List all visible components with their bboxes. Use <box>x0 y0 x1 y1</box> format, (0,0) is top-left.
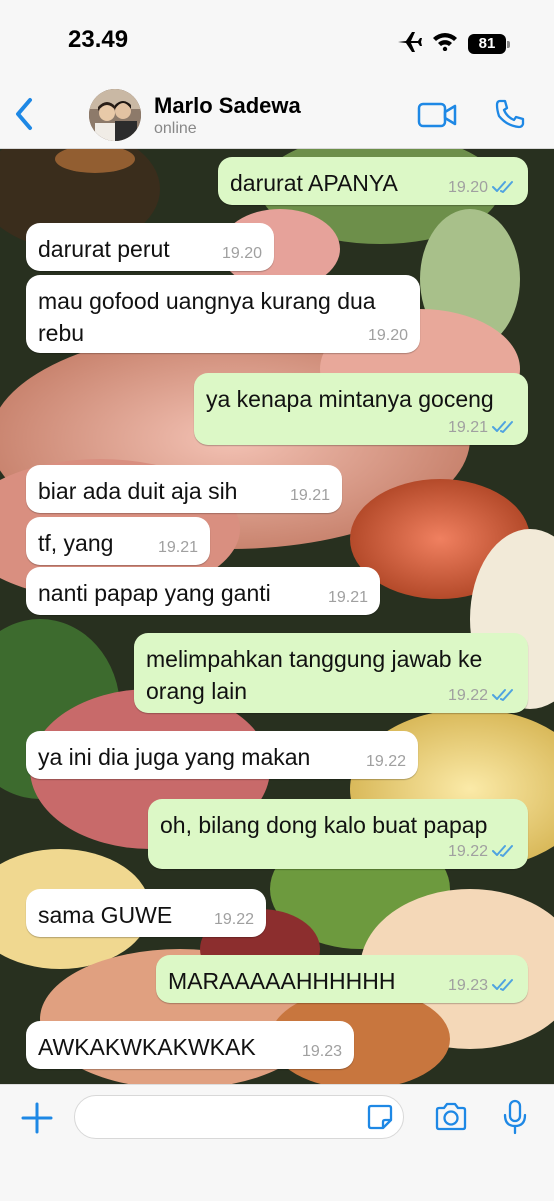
back-button[interactable] <box>10 94 40 134</box>
sticker-icon <box>367 1104 393 1130</box>
message-text: biar ada duit aja sih <box>38 478 238 504</box>
chat-area[interactable]: darurat APANYA 19.20 darurat perut 19.20 mau… <box>0 149 554 1084</box>
read-receipt-icon <box>492 181 513 193</box>
status-bar: 23.49 81 <box>0 0 554 80</box>
incoming-message[interactable]: ya ini dia juga yang makan 19.22 <box>26 731 418 779</box>
message-time: 19.20 <box>221 245 262 262</box>
microphone-icon <box>503 1099 527 1135</box>
message-time: 19.20 <box>447 179 488 196</box>
chat-header: Marlo Sadewa online <box>0 80 554 149</box>
message-time: 19.22 <box>213 911 254 928</box>
sticker-button[interactable] <box>366 1103 394 1131</box>
message-time: 19.21 <box>447 419 488 436</box>
read-receipt-icon <box>492 979 513 991</box>
message-input[interactable] <box>74 1095 404 1139</box>
message-text: mau gofood uangnya kurang dua rebu <box>38 288 376 346</box>
outgoing-message[interactable]: darurat APANYA 19.20 <box>218 157 528 205</box>
message-text: tf, yang <box>38 530 114 556</box>
message-text: oh, bilang dong kalo buat papap <box>160 812 488 838</box>
read-receipt-icon <box>492 689 513 701</box>
airplane-icon <box>396 30 422 57</box>
message-time: 19.21 <box>289 487 330 504</box>
message-time: 19.23 <box>447 977 488 994</box>
incoming-message[interactable]: sama GUWE 19.22 <box>26 889 266 937</box>
message-text: darurat APANYA <box>230 170 398 196</box>
input-bar <box>0 1084 554 1201</box>
incoming-message[interactable]: AWKAKWKAKWKAK 19.23 <box>26 1021 354 1069</box>
message-text: darurat perut <box>38 236 170 262</box>
read-receipt-icon <box>492 421 513 433</box>
wifi-icon <box>432 31 458 56</box>
outgoing-message[interactable]: oh, bilang dong kalo buat papap 19.22 <box>148 799 528 869</box>
read-receipt-icon <box>492 845 513 857</box>
camera-icon <box>435 1102 467 1131</box>
message-time: 19.22 <box>447 687 488 704</box>
outgoing-message[interactable]: ya kenapa mintanya goceng 19.21 <box>194 373 528 445</box>
message-text: MARAAAAAHHHHHH <box>168 968 396 994</box>
message-time: 19.21 <box>157 539 198 556</box>
contact-name[interactable]: Marlo Sadewa <box>154 93 301 119</box>
message-time: 19.21 <box>327 589 368 606</box>
avatar[interactable] <box>89 89 141 141</box>
incoming-message[interactable]: mau gofood uangnya kurang dua rebu 19.20 <box>26 275 420 353</box>
status-icons: 81 <box>396 30 510 57</box>
outgoing-message[interactable]: MARAAAAAHHHHHH 19.23 <box>156 955 528 1003</box>
camera-button[interactable] <box>434 1102 468 1132</box>
video-camera-icon <box>417 102 457 128</box>
message-text: nanti papap yang ganti <box>38 580 271 606</box>
plus-icon <box>21 1102 53 1134</box>
voice-call-button[interactable] <box>494 98 526 130</box>
message-time: 19.23 <box>301 1043 342 1060</box>
incoming-message[interactable]: tf, yang 19.21 <box>26 517 210 565</box>
battery-indicator: 81 <box>468 33 510 54</box>
microphone-button[interactable] <box>502 1099 528 1135</box>
phone-icon <box>495 99 525 129</box>
incoming-message[interactable]: biar ada duit aja sih 19.21 <box>26 465 342 513</box>
incoming-message[interactable]: darurat perut 19.20 <box>26 223 274 271</box>
message-time: 19.20 <box>367 327 408 344</box>
video-call-button[interactable] <box>417 100 459 130</box>
message-text: melimpahkan tanggung jawab ke orang lain <box>146 646 483 704</box>
chevron-left-icon <box>16 98 32 130</box>
outgoing-message[interactable]: melimpahkan tanggung jawab ke orang lain… <box>134 633 528 713</box>
message-time: 19.22 <box>447 843 488 860</box>
message-text: AWKAKWKAKWKAK <box>38 1034 256 1060</box>
message-time: 19.22 <box>365 753 406 770</box>
message-text: ya kenapa mintanya goceng <box>206 386 494 412</box>
incoming-message[interactable]: nanti papap yang ganti 19.21 <box>26 567 380 615</box>
message-text: ya ini dia juga yang makan <box>38 744 311 770</box>
message-text: sama GUWE <box>38 902 173 928</box>
attach-button[interactable] <box>20 1101 54 1135</box>
status-time: 23.49 <box>68 26 129 53</box>
contact-status: online <box>154 120 197 137</box>
